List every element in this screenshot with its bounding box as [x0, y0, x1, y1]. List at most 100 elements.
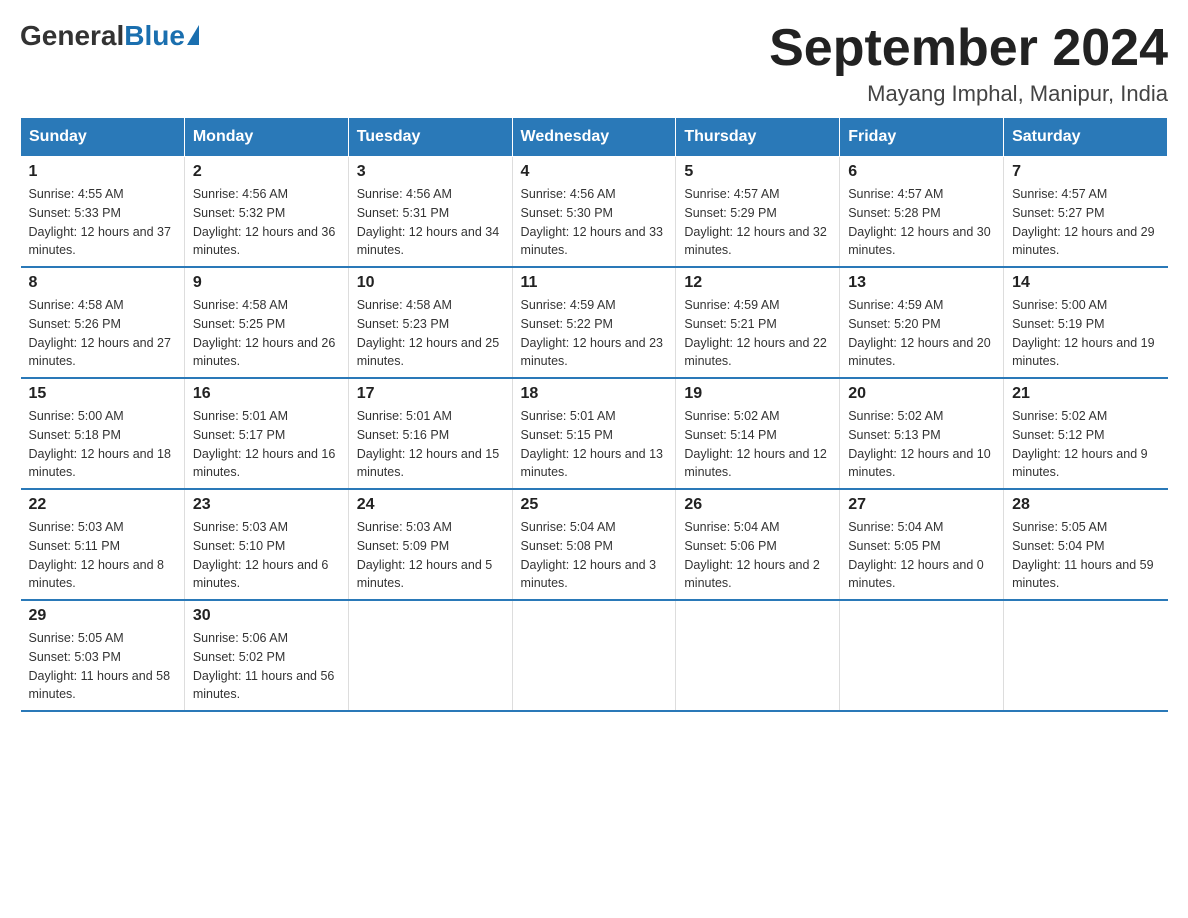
day-info: Sunrise: 5:00 AM Sunset: 5:19 PM Dayligh… — [1012, 296, 1159, 371]
calendar-day-cell: 27 Sunrise: 5:04 AM Sunset: 5:05 PM Dayli… — [840, 489, 1004, 600]
calendar-day-cell: 20 Sunrise: 5:02 AM Sunset: 5:13 PM Dayli… — [840, 378, 1004, 489]
calendar-day-cell: 23 Sunrise: 5:03 AM Sunset: 5:10 PM Dayli… — [184, 489, 348, 600]
day-info: Sunrise: 5:02 AM Sunset: 5:13 PM Dayligh… — [848, 407, 995, 482]
day-number: 12 — [684, 274, 831, 292]
day-info: Sunrise: 5:01 AM Sunset: 5:16 PM Dayligh… — [357, 407, 504, 482]
calendar-day-cell: 1Sunrise: 4:55 AM Sunset: 5:33 PM Daylig… — [21, 157, 185, 268]
calendar-day-cell: 29Sunrise: 5:05 AM Sunset: 5:03 PM Dayli… — [21, 600, 185, 711]
calendar-day-cell — [840, 600, 1004, 711]
day-info: Sunrise: 5:05 AM Sunset: 5:03 PM Dayligh… — [29, 629, 176, 704]
day-info: Sunrise: 4:56 AM Sunset: 5:30 PM Dayligh… — [521, 185, 668, 260]
day-info: Sunrise: 4:59 AM Sunset: 5:21 PM Dayligh… — [684, 296, 831, 371]
calendar-day-cell: 9 Sunrise: 4:58 AM Sunset: 5:25 PM Daylig… — [184, 267, 348, 378]
day-number: 24 — [357, 496, 504, 514]
day-info: Sunrise: 4:57 AM Sunset: 5:28 PM Dayligh… — [848, 185, 995, 260]
day-number: 15 — [29, 385, 176, 403]
day-number: 18 — [521, 385, 668, 403]
day-info: Sunrise: 5:00 AM Sunset: 5:18 PM Dayligh… — [29, 407, 176, 482]
day-info: Sunrise: 4:58 AM Sunset: 5:25 PM Dayligh… — [193, 296, 340, 371]
calendar-week-row: 1Sunrise: 4:55 AM Sunset: 5:33 PM Daylig… — [21, 157, 1168, 268]
day-info: Sunrise: 4:57 AM Sunset: 5:29 PM Dayligh… — [684, 185, 831, 260]
day-number: 4 — [521, 163, 668, 181]
calendar-day-cell: 2 Sunrise: 4:56 AM Sunset: 5:32 PM Daylig… — [184, 157, 348, 268]
weekday-header-monday: Monday — [184, 118, 348, 157]
day-info: Sunrise: 5:01 AM Sunset: 5:17 PM Dayligh… — [193, 407, 340, 482]
page-header: General Blue September 2024 Mayang Impha… — [20, 20, 1168, 107]
day-number: 14 — [1012, 274, 1159, 292]
day-info: Sunrise: 5:02 AM Sunset: 5:14 PM Dayligh… — [684, 407, 831, 482]
day-info: Sunrise: 4:58 AM Sunset: 5:23 PM Dayligh… — [357, 296, 504, 371]
weekday-header-row: SundayMondayTuesdayWednesdayThursdayFrid… — [21, 118, 1168, 157]
calendar-day-cell: 24 Sunrise: 5:03 AM Sunset: 5:09 PM Dayli… — [348, 489, 512, 600]
day-number: 20 — [848, 385, 995, 403]
weekday-header-friday: Friday — [840, 118, 1004, 157]
calendar-day-cell: 14 Sunrise: 5:00 AM Sunset: 5:19 PM Dayli… — [1004, 267, 1168, 378]
calendar-table: SundayMondayTuesdayWednesdayThursdayFrid… — [20, 117, 1168, 712]
day-number: 21 — [1012, 385, 1159, 403]
weekday-header-tuesday: Tuesday — [348, 118, 512, 157]
day-info: Sunrise: 5:04 AM Sunset: 5:08 PM Dayligh… — [521, 518, 668, 593]
day-number: 28 — [1012, 496, 1159, 514]
day-number: 16 — [193, 385, 340, 403]
day-info: Sunrise: 5:04 AM Sunset: 5:05 PM Dayligh… — [848, 518, 995, 593]
day-number: 25 — [521, 496, 668, 514]
day-number: 26 — [684, 496, 831, 514]
calendar-day-cell: 28 Sunrise: 5:05 AM Sunset: 5:04 PM Dayli… — [1004, 489, 1168, 600]
day-number: 8 — [29, 274, 176, 292]
calendar-day-cell: 15 Sunrise: 5:00 AM Sunset: 5:18 PM Dayli… — [21, 378, 185, 489]
calendar-week-row: 15 Sunrise: 5:00 AM Sunset: 5:18 PM Dayli… — [21, 378, 1168, 489]
calendar-day-cell: 5 Sunrise: 4:57 AM Sunset: 5:29 PM Daylig… — [676, 157, 840, 268]
day-number: 5 — [684, 163, 831, 181]
calendar-day-cell: 10 Sunrise: 4:58 AM Sunset: 5:23 PM Dayli… — [348, 267, 512, 378]
calendar-day-cell: 25 Sunrise: 5:04 AM Sunset: 5:08 PM Dayli… — [512, 489, 676, 600]
day-number: 10 — [357, 274, 504, 292]
day-info: Sunrise: 4:57 AM Sunset: 5:27 PM Dayligh… — [1012, 185, 1159, 260]
logo: General Blue — [20, 20, 199, 52]
calendar-day-cell — [512, 600, 676, 711]
calendar-day-cell: 16 Sunrise: 5:01 AM Sunset: 5:17 PM Dayli… — [184, 378, 348, 489]
title-section: September 2024 Mayang Imphal, Manipur, I… — [769, 20, 1168, 107]
calendar-week-row: 29Sunrise: 5:05 AM Sunset: 5:03 PM Dayli… — [21, 600, 1168, 711]
day-info: Sunrise: 5:06 AM Sunset: 5:02 PM Dayligh… — [193, 629, 340, 704]
calendar-day-cell: 3 Sunrise: 4:56 AM Sunset: 5:31 PM Daylig… — [348, 157, 512, 268]
calendar-day-cell: 12 Sunrise: 4:59 AM Sunset: 5:21 PM Dayli… — [676, 267, 840, 378]
location-title: Mayang Imphal, Manipur, India — [769, 81, 1168, 107]
day-number: 23 — [193, 496, 340, 514]
logo-general-text: General — [20, 20, 124, 52]
day-info: Sunrise: 5:03 AM Sunset: 5:10 PM Dayligh… — [193, 518, 340, 593]
logo-triangle-icon — [187, 25, 199, 45]
day-number: 2 — [193, 163, 340, 181]
calendar-day-cell: 22Sunrise: 5:03 AM Sunset: 5:11 PM Dayli… — [21, 489, 185, 600]
calendar-day-cell — [1004, 600, 1168, 711]
day-number: 11 — [521, 274, 668, 292]
calendar-week-row: 22Sunrise: 5:03 AM Sunset: 5:11 PM Dayli… — [21, 489, 1168, 600]
day-number: 19 — [684, 385, 831, 403]
day-info: Sunrise: 5:01 AM Sunset: 5:15 PM Dayligh… — [521, 407, 668, 482]
month-title: September 2024 — [769, 20, 1168, 77]
calendar-day-cell: 19 Sunrise: 5:02 AM Sunset: 5:14 PM Dayli… — [676, 378, 840, 489]
weekday-header-saturday: Saturday — [1004, 118, 1168, 157]
day-info: Sunrise: 5:02 AM Sunset: 5:12 PM Dayligh… — [1012, 407, 1159, 482]
weekday-header-wednesday: Wednesday — [512, 118, 676, 157]
calendar-day-cell: 18 Sunrise: 5:01 AM Sunset: 5:15 PM Dayli… — [512, 378, 676, 489]
day-number: 1 — [29, 163, 176, 181]
calendar-day-cell — [676, 600, 840, 711]
calendar-day-cell: 6 Sunrise: 4:57 AM Sunset: 5:28 PM Daylig… — [840, 157, 1004, 268]
day-number: 13 — [848, 274, 995, 292]
calendar-day-cell: 17Sunrise: 5:01 AM Sunset: 5:16 PM Dayli… — [348, 378, 512, 489]
day-info: Sunrise: 4:59 AM Sunset: 5:22 PM Dayligh… — [521, 296, 668, 371]
day-number: 27 — [848, 496, 995, 514]
day-info: Sunrise: 4:56 AM Sunset: 5:32 PM Dayligh… — [193, 185, 340, 260]
day-number: 6 — [848, 163, 995, 181]
weekday-header-thursday: Thursday — [676, 118, 840, 157]
calendar-day-cell: 11 Sunrise: 4:59 AM Sunset: 5:22 PM Dayli… — [512, 267, 676, 378]
calendar-day-cell: 8Sunrise: 4:58 AM Sunset: 5:26 PM Daylig… — [21, 267, 185, 378]
day-info: Sunrise: 5:03 AM Sunset: 5:09 PM Dayligh… — [357, 518, 504, 593]
day-info: Sunrise: 4:56 AM Sunset: 5:31 PM Dayligh… — [357, 185, 504, 260]
calendar-day-cell — [348, 600, 512, 711]
day-number: 7 — [1012, 163, 1159, 181]
day-info: Sunrise: 5:05 AM Sunset: 5:04 PM Dayligh… — [1012, 518, 1159, 593]
day-number: 9 — [193, 274, 340, 292]
logo-blue-text: Blue — [124, 20, 185, 52]
day-number: 3 — [357, 163, 504, 181]
